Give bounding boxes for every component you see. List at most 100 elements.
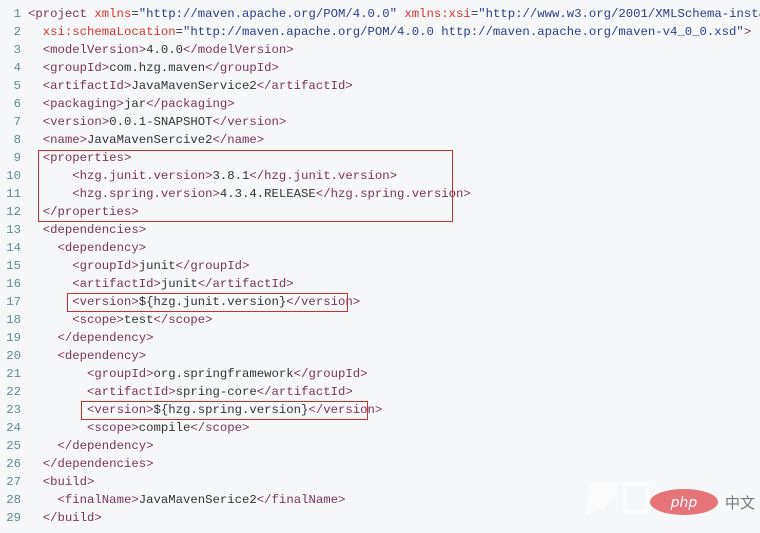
text-content bbox=[28, 61, 43, 75]
xml-tag: <scope> bbox=[72, 313, 124, 327]
text-content: 0.0.1-SNAPSHOT bbox=[109, 115, 213, 129]
line-number: 2 bbox=[13, 25, 21, 39]
text-content bbox=[28, 169, 72, 183]
code-line: 21 <groupId>org.springframework</groupId… bbox=[0, 365, 760, 383]
xml-tag: </dependencies> bbox=[42, 457, 154, 471]
text-content: = bbox=[131, 7, 139, 21]
code-line: 20 <dependency> bbox=[0, 347, 760, 365]
line-number: 12 bbox=[6, 205, 21, 219]
text-content bbox=[28, 457, 43, 471]
code-line: 6 <packaging>jar</packaging> bbox=[0, 95, 760, 113]
code-line: 15 <groupId>junit</groupId> bbox=[0, 257, 760, 275]
code-line: 18 <scope>test</scope> bbox=[0, 311, 760, 329]
xml-tag: <groupId> bbox=[42, 61, 110, 75]
code-listing: 1 <project xmlns="http://maven.apache.org… bbox=[0, 5, 760, 527]
text-content: 4.0.0 bbox=[146, 43, 183, 57]
code-line: 26 </dependencies> bbox=[0, 455, 760, 473]
line-number: 18 bbox=[6, 313, 21, 327]
attribute-value: "http://maven.apache.org/POM/4.0.0" bbox=[138, 7, 397, 21]
code-line: 1 <project xmlns="http://maven.apache.org… bbox=[0, 5, 760, 23]
text-content bbox=[28, 79, 43, 93]
text-content: = bbox=[175, 25, 183, 39]
text-content bbox=[28, 349, 58, 363]
xml-tag: </hzg.spring.version> bbox=[315, 187, 471, 201]
line-number: 22 bbox=[6, 385, 21, 399]
line-number: 28 bbox=[6, 493, 21, 507]
text-content: compile bbox=[138, 421, 191, 435]
line-number: 17 bbox=[6, 295, 21, 309]
xml-tag: <groupId> bbox=[87, 367, 154, 381]
text-content bbox=[28, 403, 87, 417]
xml-tag: <hzg.junit.version> bbox=[72, 169, 213, 183]
line-number: 13 bbox=[6, 223, 21, 237]
xml-tag: </groupId> bbox=[205, 61, 279, 75]
text-content: ${hzg.junit.version} bbox=[138, 295, 287, 309]
text-content bbox=[28, 205, 43, 219]
xml-attribute: xmlns:xsi bbox=[404, 7, 471, 21]
text-content: JavaMavenService2 bbox=[131, 79, 257, 93]
xml-tag: </artifactId> bbox=[256, 385, 353, 399]
text-content: test bbox=[123, 313, 154, 327]
xml-tag: </name> bbox=[212, 133, 265, 147]
xml-tag: </artifactId> bbox=[197, 277, 294, 291]
text-content: org.springframework bbox=[153, 367, 294, 381]
line-number: 11 bbox=[6, 187, 21, 201]
xml-tag: </version> bbox=[212, 115, 287, 129]
text-content bbox=[28, 295, 72, 309]
xml-attribute: xmlns bbox=[94, 7, 132, 21]
xml-tag: </finalName> bbox=[256, 493, 346, 507]
text-content bbox=[28, 133, 43, 147]
text-content bbox=[28, 115, 43, 129]
text-content: jar bbox=[123, 97, 147, 111]
text-content bbox=[28, 421, 87, 435]
text-content bbox=[28, 259, 72, 273]
text-content bbox=[28, 331, 58, 345]
code-line: 13 <dependencies> bbox=[0, 221, 760, 239]
code-line: 9 <properties> bbox=[0, 149, 760, 167]
xml-tag: <name> bbox=[42, 133, 88, 147]
code-line: 17 <version>${hzg.junit.version}</versio… bbox=[0, 293, 760, 311]
text-content bbox=[28, 313, 72, 327]
xml-tag: </build> bbox=[42, 511, 102, 525]
line-number: 14 bbox=[6, 241, 21, 255]
line-number: 27 bbox=[6, 475, 21, 489]
xml-tag: </properties> bbox=[42, 205, 139, 219]
xml-tag: <dependency> bbox=[57, 349, 147, 363]
code-line: 3 <modelVersion>4.0.0</modelVersion> bbox=[0, 41, 760, 59]
xml-tag: <dependencies> bbox=[42, 223, 147, 237]
xml-tag: </scope> bbox=[153, 313, 213, 327]
line-number: 26 bbox=[6, 457, 21, 471]
code-line: 5 <artifactId>JavaMavenService2</artifac… bbox=[0, 77, 760, 95]
xml-tag: </artifactId> bbox=[256, 79, 353, 93]
xml-tag: <version> bbox=[87, 403, 154, 417]
line-number: 20 bbox=[6, 349, 21, 363]
text-content: junit bbox=[138, 259, 176, 273]
line-number: 6 bbox=[13, 97, 21, 111]
code-line: 16 <artifactId>junit</artifactId> bbox=[0, 275, 760, 293]
xml-tag: <groupId> bbox=[72, 259, 139, 273]
xml-tag: </version> bbox=[286, 295, 361, 309]
code-line: 22 <artifactId>spring-core</artifactId> bbox=[0, 383, 760, 401]
line-number: 21 bbox=[6, 367, 21, 381]
text-content: com.hzg.maven bbox=[109, 61, 206, 75]
code-line: 24 <scope>compile</scope> bbox=[0, 419, 760, 437]
xml-tag: </version> bbox=[308, 403, 383, 417]
xml-tag: <scope> bbox=[87, 421, 139, 435]
xml-tag: <dependency> bbox=[57, 241, 147, 255]
text-content bbox=[28, 97, 43, 111]
code-line: 4 <groupId>com.hzg.maven</groupId> bbox=[0, 59, 760, 77]
code-line: 11 <hzg.spring.version>4.3.4.RELEASE</hz… bbox=[0, 185, 760, 203]
xml-tag: <finalName> bbox=[57, 493, 139, 507]
text-content bbox=[28, 475, 43, 489]
xml-tag: </scope> bbox=[190, 421, 250, 435]
text-content: 4.3.4.RELEASE bbox=[219, 187, 316, 201]
xml-attribute: xsi:schemaLocation bbox=[42, 25, 176, 39]
line-number: 1 bbox=[13, 7, 21, 21]
line-number: 9 bbox=[13, 151, 21, 165]
xml-tag: <packaging> bbox=[42, 97, 124, 111]
xml-tag: </hzg.junit.version> bbox=[249, 169, 397, 183]
php-cn-watermark-logo: php 中文网 bbox=[585, 482, 755, 516]
xml-tag: <project bbox=[28, 7, 95, 21]
xml-tag: <artifactId> bbox=[87, 385, 176, 399]
line-number: 10 bbox=[6, 169, 21, 183]
